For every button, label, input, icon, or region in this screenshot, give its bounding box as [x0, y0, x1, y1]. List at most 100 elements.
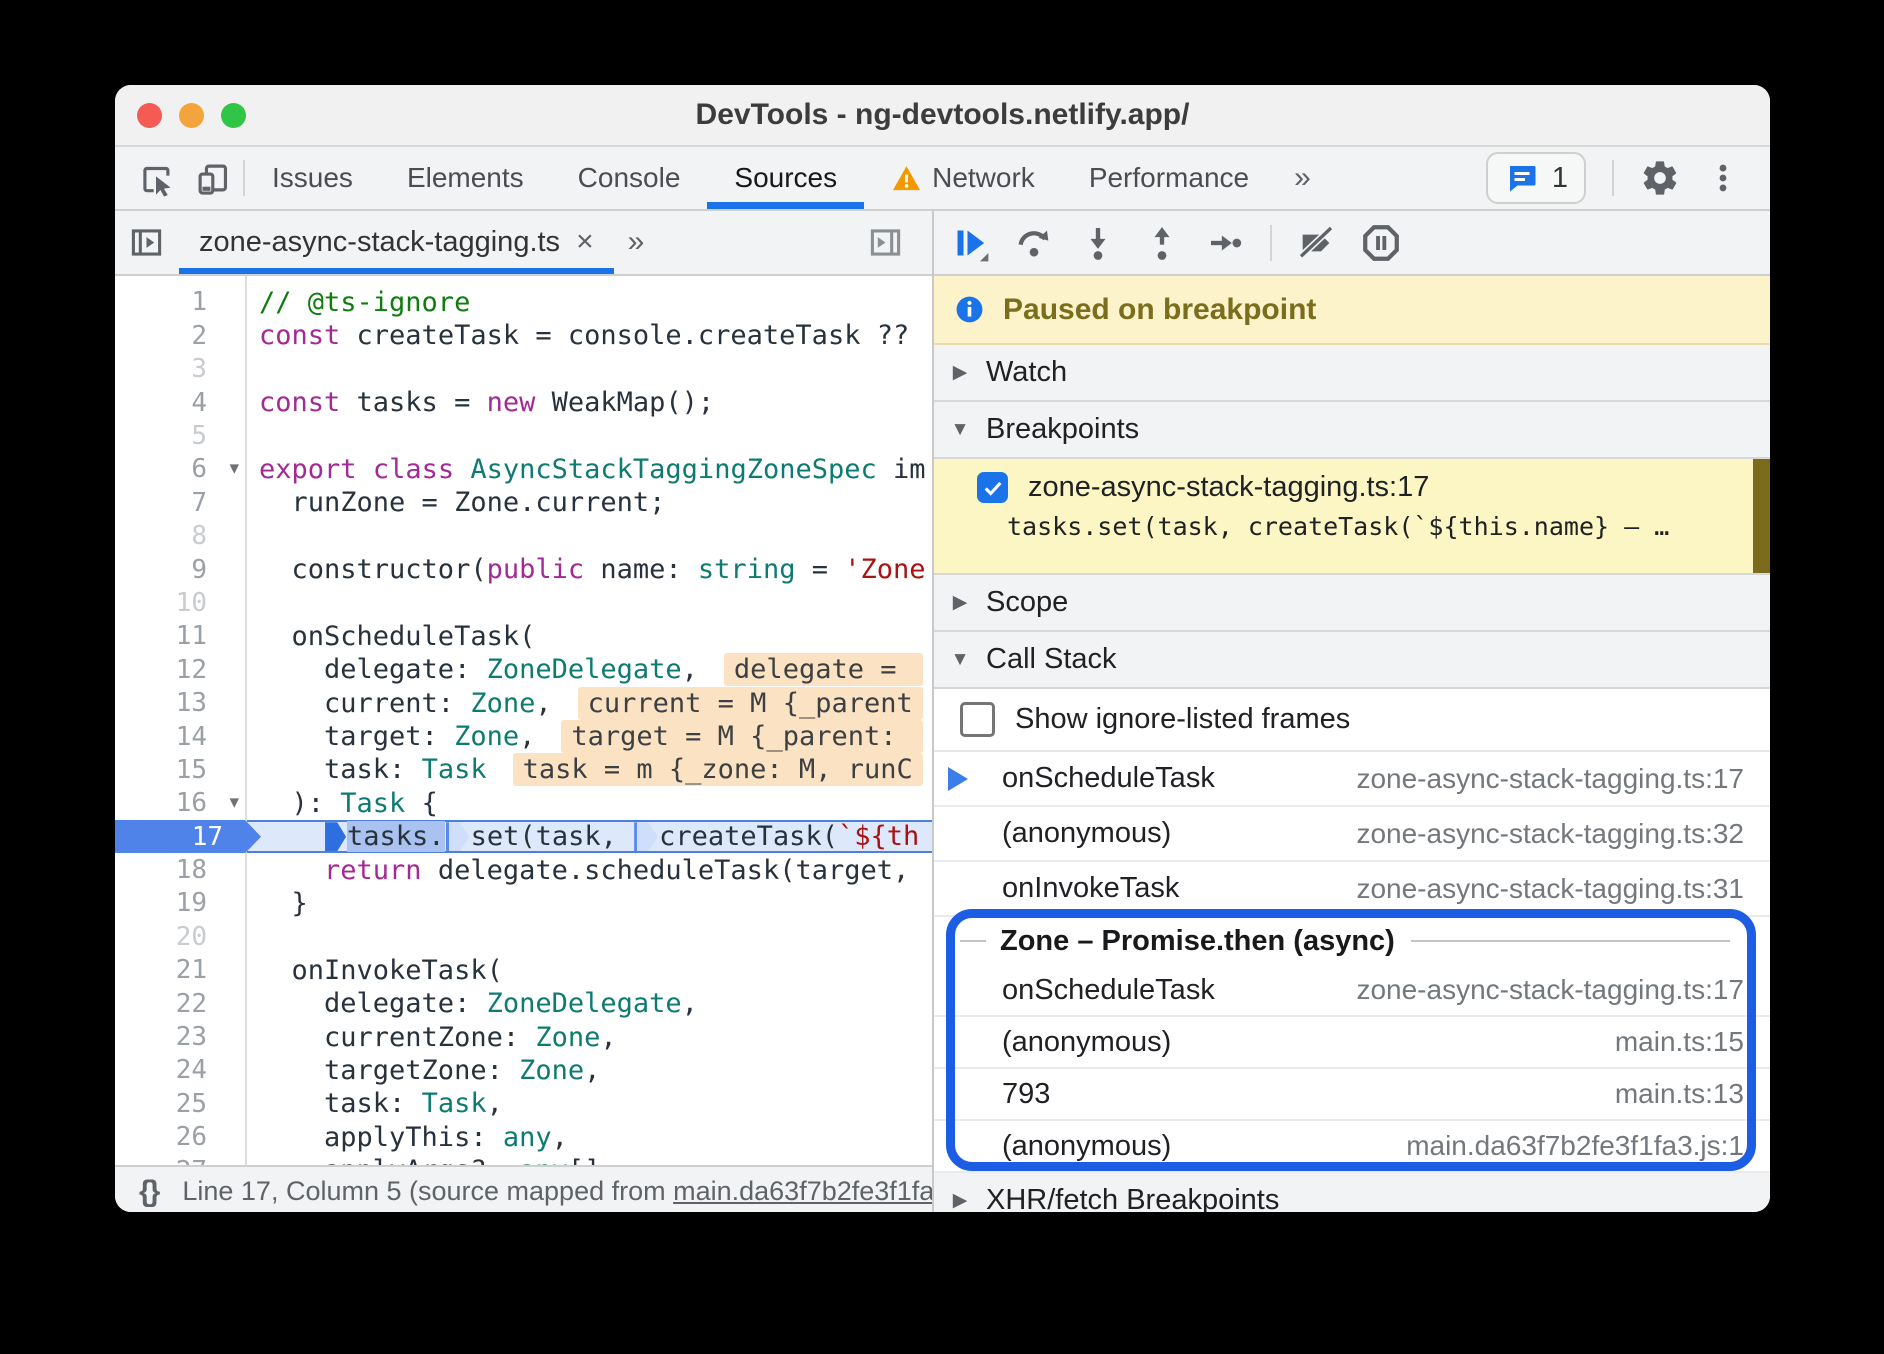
expand-triangle-icon[interactable]: ▶ [934, 1189, 986, 1212]
close-window-button[interactable] [137, 103, 162, 128]
code-line-22[interactable]: delegate: ZoneDelegate, [247, 987, 932, 1020]
callstack-frame[interactable]: (anonymous)main.da63f7b2fe3f1fa3.js:1 [934, 1121, 1770, 1173]
code-line-17[interactable]: tasks.set(task, createTask(`${th [247, 820, 932, 853]
device-toolbar-icon[interactable] [193, 159, 231, 197]
section-call-stack[interactable]: ▼Call Stack [934, 632, 1770, 689]
gutter-line-16[interactable]: 16▾ [115, 787, 245, 820]
resume-script-button-icon[interactable] [950, 223, 990, 263]
gutter-line-8[interactable]: 8 [115, 519, 245, 552]
code-line-26[interactable]: applyThis: any, [247, 1121, 932, 1154]
inspect-element-icon[interactable] [137, 159, 175, 197]
frame-location[interactable]: zone-async-stack-tagging.ts:32 [1356, 818, 1770, 850]
gutter-line-21[interactable]: 21 [115, 954, 245, 987]
editor-code-area[interactable]: // @ts-ignoreconst createTask = console.… [247, 276, 932, 1165]
panel-tab-sources[interactable]: Sources [707, 147, 864, 209]
callstack-frame[interactable]: onScheduleTaskzone-async-stack-tagging.t… [934, 965, 1770, 1017]
code-line-16[interactable]: ): Task { [247, 787, 932, 820]
code-line-27[interactable]: applyArgs?: any[], [247, 1154, 932, 1165]
section-scope[interactable]: ▶Scope [934, 575, 1770, 632]
collapse-triangle-icon[interactable]: ▼ [934, 649, 986, 671]
gutter-line-10[interactable]: 10 [115, 586, 245, 619]
expand-triangle-icon[interactable]: ▶ [934, 591, 986, 614]
code-line-2[interactable]: const createTask = console.createTask ?? [247, 319, 932, 352]
gutter-line-3[interactable]: 3 [115, 353, 245, 386]
callstack-frame[interactable]: 793main.ts:13 [934, 1069, 1770, 1121]
gutter-line-25[interactable]: 25 [115, 1087, 245, 1120]
callstack-frame[interactable]: onScheduleTaskzone-async-stack-tagging.t… [934, 752, 1770, 807]
panel-tab-elements[interactable]: Elements [380, 147, 551, 209]
callstack-frame[interactable]: (anonymous)zone-async-stack-tagging.ts:3… [934, 807, 1770, 862]
panel-tab-performance[interactable]: Performance [1062, 147, 1276, 209]
show-ignore-listed-frames-row[interactable]: Show ignore-listed frames [934, 689, 1770, 752]
gutter-line-7[interactable]: 7 [115, 486, 245, 519]
code-line-14[interactable]: target: Zone,target = M {_parent: [247, 720, 932, 753]
code-line-3[interactable] [247, 353, 932, 386]
code-editor[interactable]: 123456▾78910111213141516▾171819202122232… [115, 276, 932, 1165]
panel-tab-console[interactable]: Console [551, 147, 708, 209]
more-tabs-icon[interactable]: » [628, 225, 645, 259]
fold-arrow-icon[interactable]: ▾ [229, 791, 239, 814]
code-line-25[interactable]: task: Task, [247, 1087, 932, 1120]
code-line-15[interactable]: task: Tasktask = m {_zone: M, runC [247, 753, 932, 786]
gutter-line-19[interactable]: 19 [115, 887, 245, 920]
gutter-line-13[interactable]: 13 [115, 686, 245, 719]
frame-location[interactable]: main.ts:15 [1615, 1026, 1770, 1058]
gutter-line-20[interactable]: 20 [115, 920, 245, 953]
expand-triangle-icon[interactable]: ▶ [934, 361, 986, 384]
gutter-line-5[interactable]: 5 [115, 419, 245, 452]
gutter-line-24[interactable]: 24 [115, 1054, 245, 1087]
zoom-window-button[interactable] [221, 103, 246, 128]
pretty-print-icon[interactable]: {} [139, 1175, 158, 1209]
gutter-line-6[interactable]: 6▾ [115, 453, 245, 486]
callstack-frame[interactable]: (anonymous)main.ts:15 [934, 1017, 1770, 1069]
collapse-triangle-icon[interactable]: ▼ [934, 419, 986, 441]
frame-location[interactable]: main.ts:13 [1615, 1078, 1770, 1110]
deactivate-breakpoints-button-icon[interactable] [1296, 223, 1336, 263]
close-tab-icon[interactable]: × [576, 225, 594, 259]
ignore-listed-checkbox[interactable] [960, 702, 995, 737]
callstack-frame[interactable]: onInvokeTaskzone-async-stack-tagging.ts:… [934, 862, 1770, 917]
minimize-window-button[interactable] [179, 103, 204, 128]
frame-location[interactable]: main.da63f7b2fe3f1fa3.js:1 [1406, 1130, 1770, 1162]
code-line-10[interactable] [247, 586, 932, 619]
code-line-24[interactable]: targetZone: Zone, [247, 1054, 932, 1087]
breakpoint-checkbox[interactable] [977, 472, 1008, 503]
code-line-1[interactable]: // @ts-ignore [247, 286, 932, 319]
gutter-line-22[interactable]: 22 [115, 987, 245, 1020]
gutter-line-15[interactable]: 15 [115, 753, 245, 786]
gutter-line-9[interactable]: 9 [115, 553, 245, 586]
panel-tab-issues[interactable]: Issues [245, 147, 380, 209]
more-panels-icon[interactable]: » [1276, 147, 1329, 209]
step-target-marker[interactable] [325, 822, 346, 851]
gutter-line-2[interactable]: 2 [115, 319, 245, 352]
frame-location[interactable]: zone-async-stack-tagging.ts:17 [1356, 763, 1770, 795]
kebab-menu-icon[interactable] [1706, 161, 1740, 195]
section-watch[interactable]: ▶Watch [934, 345, 1770, 402]
section-breakpoints[interactable]: ▼Breakpoints [934, 402, 1770, 459]
toggle-debugger-sidebar-icon[interactable] [867, 224, 904, 261]
step-button-icon[interactable] [1206, 223, 1246, 263]
code-line-5[interactable] [247, 419, 932, 452]
code-line-11[interactable]: onScheduleTask( [247, 620, 932, 653]
code-line-20[interactable] [247, 920, 932, 953]
step-out-button-icon[interactable] [1142, 223, 1182, 263]
gutter-line-27[interactable]: 27 [115, 1154, 245, 1165]
gutter-line-1[interactable]: 1 [115, 286, 245, 319]
code-line-19[interactable]: } [247, 887, 932, 920]
gutter-line-17[interactable]: 17 [115, 820, 245, 853]
code-line-13[interactable]: current: Zone,current = M {_parent [247, 686, 932, 719]
gutter-line-11[interactable]: 11 [115, 620, 245, 653]
section-xhr-fetch-breakpoints[interactable]: ▶XHR/fetch Breakpoints [934, 1173, 1770, 1212]
settings-gear-icon[interactable] [1640, 158, 1680, 198]
step-over-button-icon[interactable] [1014, 223, 1054, 263]
step-into-button-icon[interactable] [1078, 223, 1118, 263]
frame-location[interactable]: zone-async-stack-tagging.ts:17 [1356, 974, 1770, 1006]
gutter-line-14[interactable]: 14 [115, 720, 245, 753]
panel-tab-network[interactable]: Network [864, 147, 1062, 209]
editor-gutter[interactable]: 123456▾78910111213141516▾171819202122232… [115, 276, 247, 1165]
step-target-marker[interactable] [634, 822, 658, 851]
step-target-marker[interactable] [446, 822, 470, 851]
gutter-line-26[interactable]: 26 [115, 1121, 245, 1154]
code-line-21[interactable]: onInvokeTask( [247, 954, 932, 987]
code-line-23[interactable]: currentZone: Zone, [247, 1020, 932, 1053]
